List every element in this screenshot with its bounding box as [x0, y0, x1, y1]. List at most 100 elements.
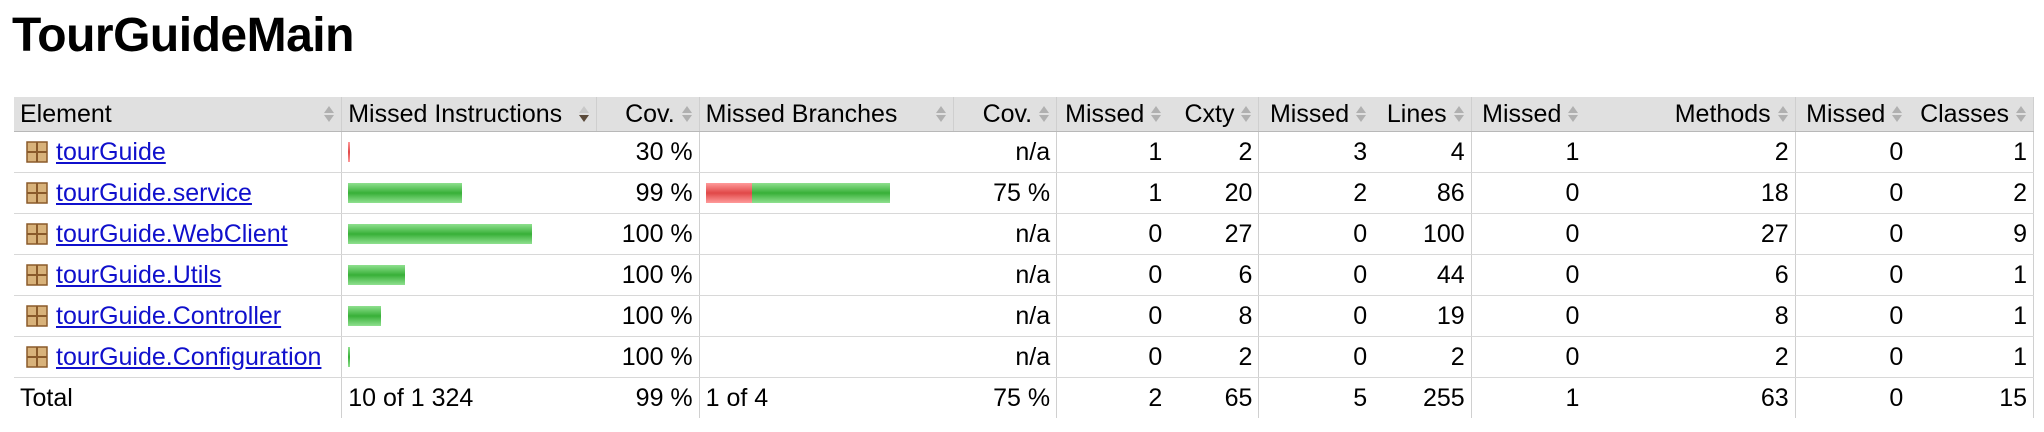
package-icon: [26, 305, 48, 327]
classes-missed: 0: [1795, 295, 1910, 337]
column-label: Cov.: [625, 99, 675, 128]
lines-missed: 0: [1258, 254, 1374, 296]
lines: 19: [1373, 295, 1472, 337]
cxty: 6: [1168, 254, 1260, 296]
package-icon: [26, 141, 48, 163]
lines: 2: [1373, 336, 1472, 378]
total-methods: 63: [1585, 377, 1796, 418]
col-classes-header[interactable]: Classes: [1909, 97, 2035, 132]
column-label: Classes: [1920, 99, 2009, 128]
package-link[interactable]: tourGuide.service: [56, 179, 252, 208]
cxty: 2: [1168, 336, 1260, 378]
methods: 18: [1585, 172, 1796, 214]
sort-icon[interactable]: [323, 105, 335, 123]
coverage-table: Element Missed Instructions Cov. Missed Bra…: [14, 97, 2035, 418]
total-classes-missed: 0: [1889, 383, 1904, 412]
col-missed-branches-header[interactable]: Missed Branches: [699, 97, 955, 132]
package-link[interactable]: tourGuide.WebClient: [56, 220, 288, 249]
col-branch-cov-header[interactable]: Cov.: [953, 97, 1058, 132]
methods-missed: 0: [1471, 295, 1586, 337]
sort-icon[interactable]: [2015, 105, 2027, 123]
instructions-bar-cell: [341, 254, 597, 296]
lines: 4: [1373, 131, 1472, 173]
branches-bar-cell: [699, 295, 954, 337]
missed-segment: [705, 183, 752, 203]
total-label: Total: [14, 377, 343, 418]
instr-cov: 30 %: [596, 131, 700, 173]
instructions-bar-cell: [341, 131, 597, 173]
col-classes-missed-header[interactable]: Missed: [1795, 97, 1910, 132]
methods-missed: 0: [1471, 172, 1586, 214]
sort-icon[interactable]: [1777, 105, 1789, 123]
classes-missed: 0: [1795, 131, 1910, 173]
cxty-missed: 1: [1056, 131, 1169, 173]
branch-cov: n/a: [953, 336, 1058, 378]
lines-missed: 0: [1258, 336, 1374, 378]
lines: 86: [1373, 172, 1472, 214]
instr-cov: 100 %: [596, 254, 700, 296]
methods: 2: [1585, 131, 1796, 173]
package-link[interactable]: tourGuide.Configuration: [56, 343, 321, 372]
total-methods-missed: 1: [1565, 383, 1580, 412]
covered-segment: [751, 183, 890, 203]
element-cell: tourGuide.Utils: [14, 254, 343, 296]
sort-icon[interactable]: [1567, 105, 1579, 123]
package-link[interactable]: tourGuide: [56, 138, 166, 167]
covered-segment: [348, 347, 351, 367]
sort-icon[interactable]: [1240, 105, 1252, 123]
methods: 8: [1585, 295, 1796, 337]
element-cell: tourGuide.WebClient: [14, 213, 343, 255]
package-icon: [26, 223, 48, 245]
instructions-bar: [348, 223, 590, 245]
header-row: Element Missed Instructions Cov. Missed Bra…: [14, 97, 2035, 132]
branches-bar-cell: [699, 213, 954, 255]
page-title: TourGuideMain: [12, 9, 354, 62]
col-methods-missed-header[interactable]: Missed: [1471, 97, 1586, 132]
sort-icon[interactable]: [681, 105, 693, 123]
col-cxty-missed-header[interactable]: Missed: [1056, 97, 1169, 132]
lines-missed: 3: [1258, 131, 1374, 173]
col-missed-instructions-header[interactable]: Missed Instructions: [341, 97, 597, 132]
sort-descending-icon[interactable]: [578, 105, 590, 123]
methods: 2: [1585, 336, 1796, 378]
cxty: 27: [1168, 213, 1260, 255]
package-link[interactable]: tourGuide.Controller: [56, 302, 281, 331]
classes-missed: 0: [1795, 213, 1910, 255]
col-lines-header[interactable]: Lines: [1373, 97, 1472, 132]
lines-missed: 0: [1258, 213, 1374, 255]
col-methods-header[interactable]: Methods: [1585, 97, 1796, 132]
lines: 44: [1373, 254, 1472, 296]
instructions-bar-cell: [341, 213, 597, 255]
column-label: Element: [20, 99, 112, 128]
sort-icon[interactable]: [1453, 105, 1465, 123]
sort-icon[interactable]: [1150, 105, 1162, 123]
column-label: Missed: [1065, 99, 1145, 128]
sort-icon[interactable]: [1891, 105, 1903, 123]
sort-icon[interactable]: [1038, 105, 1050, 123]
col-instr-cov-header[interactable]: Cov.: [596, 97, 700, 132]
column-label: Missed: [1269, 99, 1350, 128]
col-element-header[interactable]: Element: [14, 97, 343, 132]
column-label: Missed Branches: [705, 99, 898, 128]
table-row: tourGuide 30 % n/a 1 2 3 4 1 2 0 1: [14, 131, 2035, 173]
branch-cov: 75 %: [953, 172, 1058, 214]
total-instructions: 10 of 1 324: [348, 383, 474, 412]
column-label: Cov.: [982, 99, 1033, 128]
cxty-missed: 0: [1056, 213, 1169, 255]
package-link[interactable]: tourGuide.Utils: [56, 261, 221, 290]
element-cell: tourGuide.Controller: [14, 295, 343, 337]
total-branches: 1 of 4: [705, 383, 769, 412]
classes: 9: [1909, 213, 2035, 255]
lines-missed: 2: [1258, 172, 1374, 214]
sort-icon[interactable]: [935, 105, 947, 123]
instructions-bar-cell: [341, 295, 597, 337]
element-cell: tourGuide.Configuration: [14, 336, 343, 378]
instr-cov: 100 %: [596, 336, 700, 378]
column-label: Missed Instructions: [348, 99, 563, 128]
branches-bar-cell: [699, 336, 954, 378]
sort-icon[interactable]: [1355, 105, 1367, 123]
table-row: tourGuide.Utils 100 % n/a 0 6 0 44 0 6 0 1: [14, 254, 2035, 296]
col-lines-missed-header[interactable]: Missed: [1258, 97, 1374, 132]
col-cxty-header[interactable]: Cxty: [1168, 97, 1260, 132]
table-row: tourGuide.WebClient 100 % n/a 0 27 0 100 0 27 0 9: [14, 213, 2035, 255]
